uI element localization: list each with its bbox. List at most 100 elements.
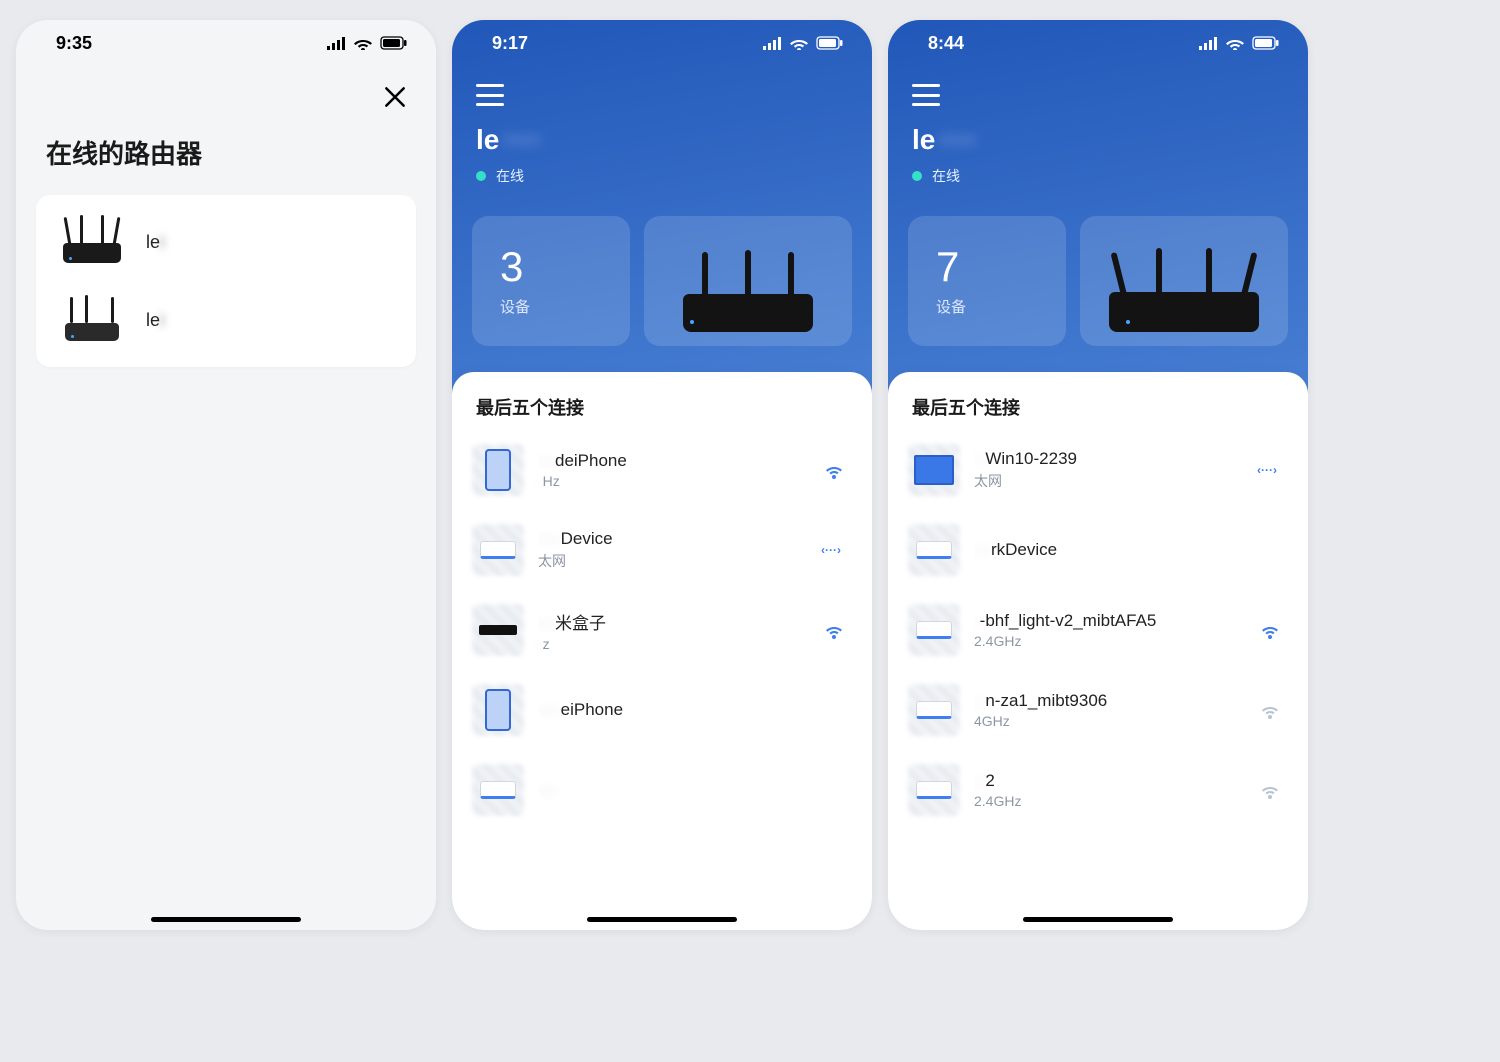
page-title: 在线的路由器: [16, 110, 436, 195]
connection-type-icon: ‹···›: [1256, 463, 1284, 477]
device-row[interactable]: ··n-za1_mibt9306 4GHz: [888, 670, 1308, 750]
device-subtext: ·z: [538, 636, 802, 652]
router-card[interactable]: [644, 216, 852, 346]
connection-type-icon: [1256, 701, 1284, 719]
svg-text:‹···›: ‹···›: [1257, 463, 1277, 477]
device-type-icon: [912, 608, 956, 652]
section-title: 最后五个连接: [912, 394, 1284, 420]
device-row[interactable]: ···deiPhone·Hz: [452, 430, 872, 510]
device-text: ····Device太网: [538, 529, 802, 571]
battery-icon: [380, 36, 408, 50]
status-bar: 9:17: [452, 20, 872, 66]
online-dot-icon: [912, 171, 922, 181]
screen-router-list: 9:35 在线的路由器 lei: [16, 20, 436, 930]
device-name: ··n-za1_mibt9306: [974, 691, 1238, 711]
status-bar: 9:35: [16, 20, 436, 66]
device-name: ···: [538, 780, 802, 800]
device-type-icon: [912, 768, 956, 812]
device-text: ···米盒子 ·z: [538, 609, 802, 652]
wifi-icon: [789, 36, 809, 50]
online-label: 在线: [932, 166, 960, 186]
device-count: 7: [936, 246, 959, 288]
connection-type-icon: ‹···›: [820, 543, 848, 557]
connection-type-icon: [1256, 781, 1284, 799]
connection-type-icon: [1256, 621, 1284, 639]
device-count-card[interactable]: 3 设备: [472, 216, 630, 346]
device-name: ··2: [974, 771, 1238, 791]
wifi-icon: [353, 36, 373, 50]
device-row[interactable]: ····eiPhone: [452, 670, 872, 750]
device-type-icon: [476, 528, 520, 572]
router-icon: [60, 221, 124, 263]
device-type-icon: [912, 448, 956, 492]
device-subtext: 2.4GHz: [974, 633, 1238, 649]
screen-dashboard-b: 8:44 le···· 在线 7 设备: [888, 20, 1308, 930]
router-card[interactable]: [1080, 216, 1288, 346]
device-name: ···rkDevice: [974, 540, 1238, 560]
device-row[interactable]: ···: [452, 750, 872, 830]
device-text: ··Win10-2239太网: [974, 449, 1238, 491]
menu-icon[interactable]: [912, 84, 940, 106]
device-count-card[interactable]: 7 设备: [908, 216, 1066, 346]
menu-icon[interactable]: [476, 84, 504, 106]
device-subtext: 4GHz: [974, 713, 1238, 729]
router-image: [668, 252, 828, 332]
status-time: 9:35: [56, 33, 92, 54]
router-list-item[interactable]: lei: [36, 281, 416, 359]
screen-dashboard-a: 9:17 le···· 在线 3 设备: [452, 20, 872, 930]
device-row[interactable]: ···米盒子 ·z: [452, 590, 872, 670]
signal-icon: [1198, 36, 1218, 50]
router-list-item[interactable]: lei: [36, 203, 416, 281]
home-indicator[interactable]: [1023, 917, 1173, 922]
router-name: lei: [146, 232, 164, 253]
connection-type-icon: [820, 621, 848, 639]
close-icon[interactable]: [382, 84, 408, 110]
device-type-icon: [476, 608, 520, 652]
device-type-icon: [912, 528, 956, 572]
device-text: ···: [538, 780, 802, 800]
device-name: ···米盒子: [538, 609, 802, 634]
network-name: le····: [476, 124, 848, 156]
status-icons: [1198, 36, 1280, 50]
device-type-icon: [476, 688, 520, 732]
signal-icon: [326, 36, 346, 50]
device-text: ·-bhf_light-v2_mibtAFA52.4GHz: [974, 611, 1238, 649]
signal-icon: [762, 36, 782, 50]
device-type-icon: [476, 448, 520, 492]
status-icons: [762, 36, 844, 50]
device-name: ····eiPhone: [538, 700, 802, 720]
device-row[interactable]: ···rkDevice: [888, 510, 1308, 590]
wifi-icon: [1225, 36, 1245, 50]
status-bar: 8:44: [888, 20, 1308, 66]
device-type-icon: [476, 768, 520, 812]
device-subtext: 2.4GHz: [974, 793, 1238, 809]
status-icons: [326, 36, 408, 50]
home-indicator[interactable]: [151, 917, 301, 922]
connections-sheet: 最后五个连接 ···deiPhone·Hz····Device太网‹···›··…: [452, 372, 872, 930]
online-status: 在线: [476, 166, 848, 186]
network-name: le····: [912, 124, 1284, 156]
device-subtext: 太网: [538, 551, 802, 571]
router-list-card: lei lei: [36, 195, 416, 367]
home-indicator[interactable]: [587, 917, 737, 922]
device-row[interactable]: ····Device太网 ‹···›: [452, 510, 872, 590]
online-dot-icon: [476, 171, 486, 181]
device-row[interactable]: ··Win10-2239太网 ‹···›: [888, 430, 1308, 510]
device-text: ··2 2.4GHz: [974, 771, 1238, 809]
svg-text:‹···›: ‹···›: [821, 543, 841, 557]
online-label: 在线: [496, 166, 524, 186]
device-text: ···deiPhone·Hz: [538, 451, 802, 489]
device-name: ···deiPhone: [538, 451, 802, 471]
device-name: ····Device: [538, 529, 802, 549]
status-time: 9:17: [492, 33, 528, 54]
battery-icon: [1252, 36, 1280, 50]
device-row[interactable]: ·-bhf_light-v2_mibtAFA52.4GHz: [888, 590, 1308, 670]
device-count-label: 设备: [936, 296, 966, 317]
router-icon: [60, 299, 124, 341]
device-row[interactable]: ··2 2.4GHz: [888, 750, 1308, 830]
device-count-label: 设备: [500, 296, 530, 317]
online-status: 在线: [912, 166, 1284, 186]
device-text: ····eiPhone: [538, 700, 802, 720]
device-text: ···rkDevice: [974, 540, 1238, 560]
router-image: [1104, 252, 1264, 332]
